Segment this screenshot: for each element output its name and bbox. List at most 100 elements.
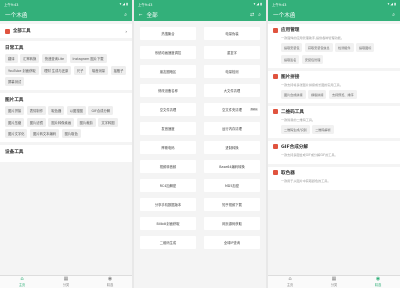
tool-chip[interactable]: YouTube 封面获取 bbox=[5, 65, 39, 75]
card-title: 二维码工具 bbox=[281, 109, 304, 115]
tool-chip[interactable]: 图片裁剪 bbox=[76, 117, 96, 127]
tool-button[interactable]: RC4加解密 bbox=[140, 179, 196, 192]
tool-chip[interactable]: 取色器 bbox=[48, 106, 65, 115]
nav-home[interactable]: ⌂ 主页 bbox=[286, 277, 294, 288]
card-chip[interactable]: 二维码解析 bbox=[312, 124, 334, 134]
feature-card[interactable]: 二维码工具 一款简易的二维码工具。 二维码生成/识别 二维码解析 bbox=[268, 105, 400, 138]
tool-button[interactable]: 系统动画速度调控 bbox=[140, 46, 196, 59]
card-chip[interactable]: 提取安装包 bbox=[281, 43, 303, 52]
card-icon bbox=[273, 109, 278, 114]
tool-button-label: RC4加解密 bbox=[159, 184, 177, 188]
tool-button[interactable]: 电量检测 bbox=[204, 65, 260, 78]
tool-chip[interactable]: GIF合成分解 bbox=[88, 106, 114, 115]
status-time: 上午9:43 bbox=[4, 2, 19, 7]
status-icons: ▾ ◢ ▮ bbox=[253, 2, 262, 6]
tool-chip[interactable]: 屏幕测试 bbox=[5, 77, 25, 86]
tool-button[interactable]: 摩斯电码 bbox=[140, 141, 196, 154]
tool-button[interactable]: 全球IP查询 bbox=[204, 236, 260, 249]
card-chip[interactable]: 检测组件 bbox=[335, 43, 354, 52]
sort-icon[interactable]: ⇄ bbox=[250, 12, 254, 18]
all-tools-entry[interactable]: 全部工具 › bbox=[0, 24, 132, 38]
tool-button-label: 视频转音频 bbox=[159, 165, 177, 169]
nav-category[interactable]: ▦ 分类 bbox=[63, 277, 69, 288]
card-icon bbox=[273, 144, 278, 149]
tool-button-label: 发音速度 bbox=[161, 127, 175, 131]
tool-button[interactable]: MD5加密 bbox=[204, 179, 260, 192]
nav-featured[interactable]: ◉ 精选 bbox=[107, 277, 113, 288]
tool-button[interactable]: 空文件夹清理 Beta bbox=[204, 103, 260, 116]
tool-button[interactable]: Base64编码转换 bbox=[204, 160, 260, 173]
nav-home-label: 主页 bbox=[286, 283, 294, 287]
tool-chip[interactable]: 理财 生成与还原 bbox=[41, 65, 72, 75]
tool-chip[interactable]: 以图搜图 bbox=[66, 106, 86, 115]
tool-chip[interactable]: 图片转像素画 bbox=[48, 117, 75, 127]
app-title: 一个木函 bbox=[5, 12, 28, 19]
tool-button[interactable]: 发音速度 bbox=[140, 122, 196, 135]
tool-button[interactable]: 空文件清理 bbox=[140, 103, 196, 116]
feature-card[interactable]: 图片拼接一款支持将多张图片拼接成长图的实用工具。图片合成拼接 横版拼接 支持预览、排… bbox=[268, 70, 400, 103]
screen-featured: 上午9:43 ▾ ◢ ▮ 一个木函 ⌕ 应用管理 一款强悍的应用管理助手,提供各种… bbox=[268, 0, 400, 288]
nav-featured-label: 精选 bbox=[374, 283, 382, 287]
tool-button[interactable]: 重复字 bbox=[204, 46, 260, 59]
tool-button-label: 修改设备名称 bbox=[158, 89, 178, 93]
card-chip[interactable]: 图片合成拼接 bbox=[281, 89, 306, 99]
tool-chip[interactable]: 尺子 bbox=[73, 65, 87, 75]
tool-chip[interactable]: 图片压缩 bbox=[5, 117, 25, 127]
card-chip[interactable]: 横版拼接 bbox=[308, 89, 327, 99]
back-arrow-icon[interactable]: ← bbox=[139, 12, 143, 17]
tool-chip[interactable]: Instagram 图片下载 bbox=[69, 54, 107, 63]
tool-button[interactable]: 运行内存清理 bbox=[204, 122, 260, 135]
card-description: 一款强悍的应用管理助手,提供各种管理功能。 bbox=[281, 36, 344, 40]
card-title: 图片拼接 bbox=[281, 74, 300, 80]
tool-button[interactable]: 二维码生成 bbox=[140, 236, 196, 249]
tool-chip[interactable]: 摇骰子 bbox=[110, 65, 127, 75]
beta-badge: Beta bbox=[250, 108, 258, 111]
tool-chip[interactable]: 图片文字化 bbox=[5, 129, 28, 138]
tool-chip[interactable]: 图片拼接 bbox=[5, 106, 25, 115]
tool-chip[interactable]: 文字转图 bbox=[98, 117, 118, 127]
tool-button[interactable]: Bilibili封面获取 bbox=[140, 217, 196, 230]
card-chip[interactable]: 获取安装包信息 bbox=[304, 43, 333, 52]
tool-button[interactable]: 朋友圈暗区 bbox=[140, 65, 196, 78]
tool-chip[interactable]: 图片转文本编码 bbox=[29, 129, 60, 138]
tool-button[interactable]: 电量伪装 bbox=[204, 27, 260, 40]
search-icon[interactable]: ⌕ bbox=[124, 12, 127, 18]
card-chip[interactable]: 安装包管理 bbox=[301, 54, 324, 64]
tool-chip[interactable]: 快递查询Lite bbox=[41, 54, 68, 63]
card-chip[interactable]: 支持预览、排序 bbox=[328, 89, 357, 99]
tool-chip[interactable]: 翻译 bbox=[5, 54, 18, 63]
tool-button-label: 热搜聚合 bbox=[161, 32, 175, 36]
section-title: 日常工具 bbox=[5, 46, 24, 51]
nav-home[interactable]: ⌂ 主页 bbox=[19, 277, 25, 288]
status-bar: 上午9:43 ▾ ◢ ▮ bbox=[134, 0, 266, 8]
feature-card[interactable]: GIF合成分解 一款支持多图合成GIF或分解GIF的工具。 bbox=[268, 140, 400, 164]
tool-button[interactable]: 视频转音频 bbox=[140, 160, 196, 173]
search-icon[interactable]: ⌕ bbox=[392, 12, 395, 18]
card-chip[interactable]: 二维码生成/识别 bbox=[281, 124, 310, 134]
tool-button[interactable]: 热搜聚合 bbox=[140, 27, 196, 40]
feature-card[interactable]: 取色器 一款用于从图片中获取颜色的工具。 bbox=[268, 166, 400, 190]
tool-chip[interactable]: 噪音测量 bbox=[88, 65, 109, 75]
status-icons: ▾ ◢ ▮ bbox=[119, 2, 128, 6]
all-tools-icon bbox=[5, 28, 10, 34]
tool-chip[interactable]: 图片取色 bbox=[61, 129, 81, 138]
card-description: 一款支持将多张图片拼接成长图的实用工具。 bbox=[281, 82, 343, 87]
tool-chip[interactable]: 表情制作 bbox=[26, 106, 46, 115]
tool-button[interactable]: 进制转换 bbox=[204, 141, 260, 154]
nav-category[interactable]: ▦ 分类 bbox=[331, 277, 337, 288]
card-header: 图片拼接 bbox=[273, 74, 395, 80]
tool-chip[interactable]: 图片滤镜 bbox=[26, 117, 46, 127]
tool-button-label: 电量检测 bbox=[225, 70, 239, 74]
card-chip[interactable]: 提取签名 bbox=[281, 54, 300, 64]
tool-button[interactable]: 知乎视频下载 bbox=[204, 198, 260, 211]
featured-content: 应用管理 一款强悍的应用管理助手,提供各种管理功能。 提取安装包 获取安装包信息 检测组… bbox=[268, 21, 400, 275]
tool-button[interactable]: 分享手机数据版本 bbox=[140, 198, 196, 211]
nav-featured[interactable]: ◉ 精选 bbox=[374, 277, 382, 288]
tool-button[interactable]: 网页源码获取 bbox=[204, 217, 260, 230]
tool-button[interactable]: 大文件清理 bbox=[204, 84, 260, 97]
feature-card[interactable]: 应用管理 一款强悍的应用管理助手,提供各种管理功能。 提取安装包 获取安装包信息 检测组… bbox=[268, 24, 400, 68]
search-icon[interactable]: ⌕ bbox=[258, 12, 261, 18]
card-chip[interactable]: 提取图标 bbox=[356, 43, 375, 52]
tool-chip[interactable]: 汇率转换 bbox=[20, 54, 40, 63]
tool-button[interactable]: 修改设备名称 bbox=[140, 84, 196, 97]
